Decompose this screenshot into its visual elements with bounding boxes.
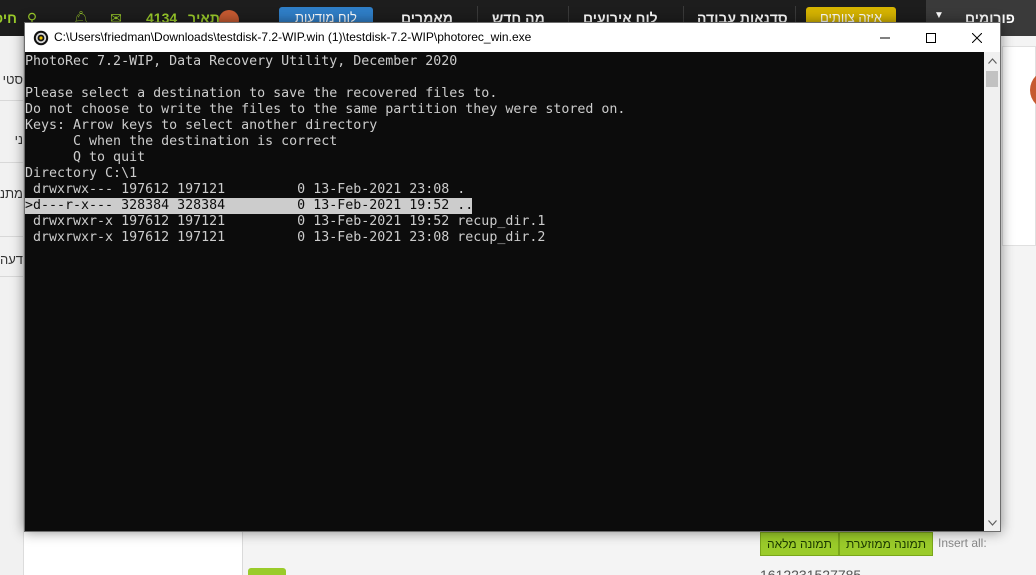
dropdown-arrow-icon[interactable]: ▼ xyxy=(934,10,944,21)
site-right-column xyxy=(1000,36,1036,575)
directory-entry[interactable]: drwxrwxr-x 197612 197121 0 13-Feb-2021 2… xyxy=(25,230,545,246)
scroll-down-button[interactable] xyxy=(984,514,1000,531)
console-instruction: Q to quit xyxy=(25,150,146,165)
console-instruction: Please select a destination to save the … xyxy=(25,86,498,101)
chevron-up-icon xyxy=(987,57,997,64)
minimize-button[interactable] xyxy=(862,23,908,52)
console-output[interactable]: PhotoRec 7.2-WIP, Data Recovery Utility,… xyxy=(25,52,984,531)
console-instruction: Do not choose to write the files to the … xyxy=(25,102,626,117)
left-divider xyxy=(0,100,23,101)
left-divider xyxy=(0,162,23,163)
close-icon xyxy=(972,32,982,43)
maximize-button[interactable] xyxy=(908,23,954,52)
console-directory: Directory C:\1 xyxy=(25,166,138,181)
left-fragment-2: ני xyxy=(14,132,23,147)
scroll-up-button[interactable] xyxy=(984,52,1000,69)
nav-left-fragment[interactable]: חיפ xyxy=(0,0,17,36)
insert-full-image-button[interactable]: תמונה מלאה xyxy=(760,532,839,556)
directory-entry[interactable]: drwxrwx--- 197612 197121 0 13-Feb-2021 2… xyxy=(25,182,465,198)
console-instruction: Keys: Arrow keys to select another direc… xyxy=(25,118,378,133)
green-chip[interactable] xyxy=(248,568,286,575)
console-header: PhotoRec 7.2-WIP, Data Recovery Utility,… xyxy=(25,54,458,69)
window-titlebar[interactable]: C:\Users\friedman\Downloads\testdisk-7.2… xyxy=(25,23,1000,52)
console-instruction: C when the destination is correct xyxy=(25,134,338,149)
side-card xyxy=(1002,46,1036,246)
insert-all-label: Insert all: xyxy=(938,536,987,550)
directory-entry[interactable]: drwxrwxr-x 197612 197121 0 13-Feb-2021 1… xyxy=(25,214,545,230)
insert-reduced-image-button[interactable]: תמונה ממוזערת xyxy=(839,532,934,556)
left-fragment-1: סטי xyxy=(2,72,23,87)
left-fragment-4: דעה xyxy=(0,252,23,267)
attachment-number: 1612231527785 xyxy=(760,567,862,575)
left-divider xyxy=(0,236,23,237)
minimize-icon xyxy=(880,37,890,38)
left-fragment-3: מתנ xyxy=(0,186,23,201)
maximize-icon xyxy=(926,32,936,43)
vertical-scrollbar[interactable] xyxy=(984,52,1000,531)
left-divider xyxy=(0,276,23,277)
site-left-column: סטי ני מתנ דעה xyxy=(0,36,24,575)
directory-entry[interactable]: >d---r-x--- 328384 328384 0 13-Feb-2021 … xyxy=(25,198,473,214)
close-button[interactable] xyxy=(954,23,1000,52)
photorec-app-icon xyxy=(33,30,49,46)
scrollbar-thumb[interactable] xyxy=(986,71,998,87)
window-title: C:\Users\friedman\Downloads\testdisk-7.2… xyxy=(54,30,532,44)
console-window[interactable]: C:\Users\friedman\Downloads\testdisk-7.2… xyxy=(24,22,1001,532)
chevron-down-icon xyxy=(987,519,997,526)
